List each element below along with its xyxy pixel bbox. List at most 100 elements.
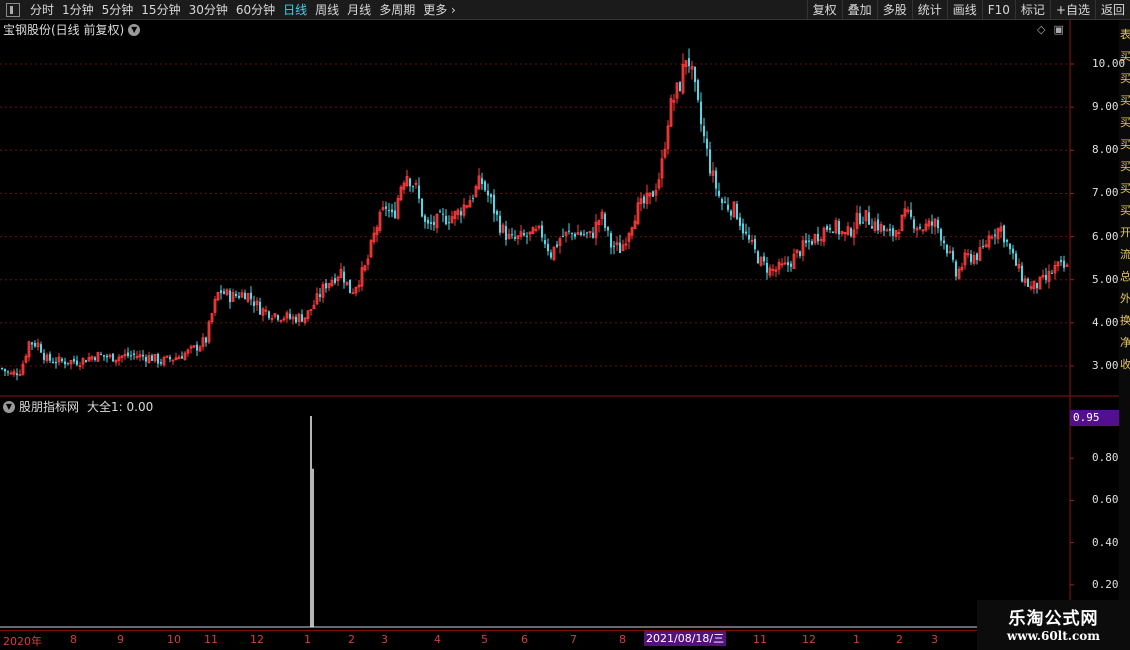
candle-body-down (295, 316, 297, 323)
candle-body-down (763, 256, 765, 262)
candle-body-down (40, 344, 42, 353)
price-axis-label: 8.00 (1092, 143, 1119, 157)
date-tick-label: 2 (348, 633, 355, 646)
panel-icon[interactable]: ▣ (1053, 23, 1063, 36)
candle-body-down (883, 225, 885, 231)
candle-body-down (955, 261, 957, 277)
candle-body-down (910, 209, 912, 217)
candle-body-down (34, 343, 36, 347)
candle-body-down (490, 194, 492, 198)
candle-body-down (943, 240, 945, 244)
candle-body-down (145, 356, 147, 362)
candle-body-down (205, 337, 207, 343)
candle-body-down (523, 233, 525, 236)
price-axis-label: 7.00 (1092, 186, 1119, 200)
candle-body-down (850, 228, 852, 237)
candle-body-down (913, 219, 915, 229)
diamond-icon[interactable]: ◇ (1037, 23, 1045, 36)
candle-body-down (787, 262, 789, 266)
candle-body-down (511, 234, 513, 236)
chevron-down-icon[interactable]: ▼ (3, 400, 15, 413)
candle-body-down (643, 196, 645, 204)
candle-body-down (583, 234, 585, 236)
candle-body-down (499, 215, 501, 233)
date-tick-label: 5 (481, 633, 488, 646)
candle-body-down (235, 294, 237, 297)
candle-body-down (343, 271, 345, 283)
candle-body-down (1051, 272, 1053, 274)
watermark-title: 乐淘公式网 (1008, 609, 1099, 629)
sub-chart-title[interactable]: ▼ 股朋指标网 大全1: 0.00 (3, 398, 153, 415)
date-tick-label: 8 (619, 633, 626, 646)
side-label: 买 (1120, 72, 1130, 85)
candle-body-down (73, 359, 75, 362)
side-label: 买 (1120, 138, 1130, 151)
candle-body-down (613, 245, 615, 247)
main-chart-title[interactable]: 宝钢股份(日线 前复权) ▼ (3, 21, 141, 38)
date-tick-label: 2 (896, 633, 903, 646)
candle-body-down (526, 235, 528, 237)
candle-body-down (694, 66, 696, 83)
candle-body-down (766, 262, 768, 273)
candle-body-down (706, 138, 708, 149)
candle-body-down (697, 80, 699, 101)
candle-body-down (607, 227, 609, 231)
side-label: 买 (1120, 94, 1130, 107)
candle-body-down (937, 219, 939, 229)
candle-body-down (484, 181, 486, 191)
candle-body-down (85, 360, 87, 363)
candle-body-down (349, 279, 351, 294)
candle-body-down (4, 368, 6, 372)
candle-body-down (127, 352, 129, 356)
candle-body-down (838, 221, 840, 235)
candle-body-down (859, 213, 861, 224)
date-tick-label: 9 (117, 633, 124, 646)
date-tick-label: 2020年 (3, 635, 42, 648)
candle-body-down (688, 58, 690, 67)
candle-body-down (754, 239, 756, 250)
candle-body-down (736, 203, 738, 220)
candle-body-down (334, 278, 336, 283)
chevron-down-icon[interactable]: ▼ (128, 23, 141, 36)
candle-body-down (385, 206, 387, 209)
window-icons: ◇ ▣ (1037, 23, 1064, 36)
candle-body-down (505, 226, 507, 240)
candle-body-down (409, 178, 411, 187)
price-axis-label: 6.00 (1092, 229, 1119, 243)
date-tick-label: 12 (250, 633, 264, 646)
current-value-badge: 0.95 (1070, 410, 1119, 426)
price-axis-label: 10.00 (1092, 57, 1126, 70)
candle-body-down (940, 228, 942, 241)
candle-body-down (76, 360, 78, 365)
candle-body-down (301, 314, 303, 322)
candle-body-down (433, 221, 435, 225)
candle-body-down (919, 226, 921, 229)
candle-body-down (49, 353, 51, 361)
candle-body-down (64, 361, 66, 365)
candle-body-down (580, 232, 582, 235)
candle-body-down (481, 178, 483, 185)
candle-body-down (94, 357, 96, 361)
candle-body-down (487, 190, 489, 196)
candle-body-down (106, 355, 108, 358)
date-axis: 2020年 8 9 10 11 12 1 2 3 4 5 6 7 8 11 12 1 2 3 (0, 630, 1130, 650)
candle-body-down (718, 190, 720, 197)
sub-axis-label: 0.20 (1092, 577, 1119, 591)
candle-body-down (868, 212, 870, 225)
candle-body-down (244, 292, 246, 300)
date-tick-label: 1 (304, 633, 311, 646)
candle-body-down (652, 191, 654, 197)
chart-canvas[interactable] (0, 0, 1130, 650)
candle-body-down (832, 231, 834, 233)
side-label: 总 (1120, 270, 1130, 283)
candle-body-down (52, 361, 54, 363)
date-tick-label: 4 (434, 633, 441, 646)
candle-body-down (196, 344, 198, 351)
candle-body-down (811, 241, 813, 245)
candle-body-down (550, 252, 552, 258)
watermark-url: www.60lt.com (1007, 629, 1100, 643)
side-label: 表 (1120, 28, 1130, 41)
price-axis-label: 5.00 (1092, 272, 1119, 286)
candle-body-down (1003, 225, 1005, 243)
candle-body-down (547, 243, 549, 252)
